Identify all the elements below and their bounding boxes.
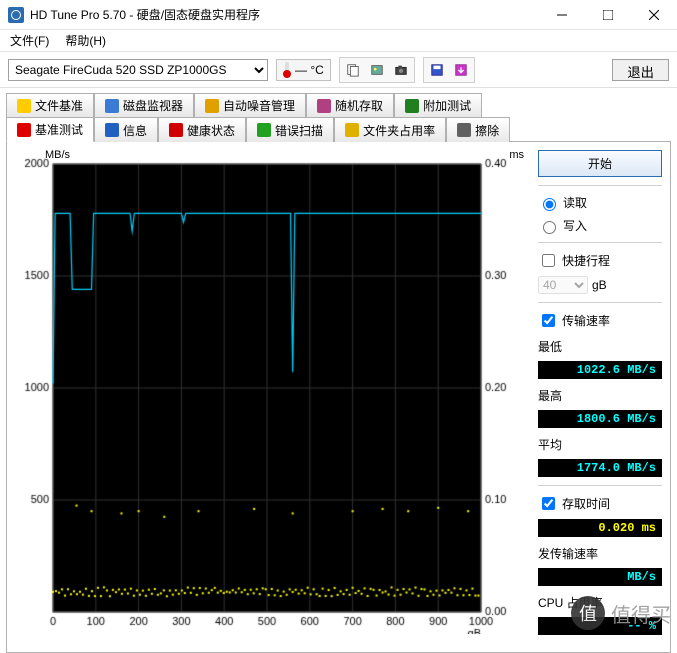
short-stroke-check[interactable]: 快捷行程 bbox=[538, 251, 662, 270]
access-time-value: 0.020 ms bbox=[538, 519, 662, 537]
short-stroke-label: 快捷行程 bbox=[562, 252, 610, 269]
read-radio[interactable]: 读取 bbox=[538, 194, 662, 211]
max-value: 1800.6 MB/s bbox=[538, 410, 662, 428]
tab-擦除[interactable]: 擦除 bbox=[446, 117, 510, 142]
close-button[interactable] bbox=[631, 0, 677, 30]
tab-icon bbox=[257, 123, 271, 137]
access-time-checkbox[interactable] bbox=[542, 497, 555, 510]
short-stroke-row: 40 gB bbox=[538, 276, 662, 294]
min-value: 1022.6 MB/s bbox=[538, 361, 662, 379]
tab-label: 文件夹占用率 bbox=[363, 122, 435, 139]
maximize-button[interactable] bbox=[585, 0, 631, 30]
separator bbox=[538, 185, 662, 186]
copy-text-icon[interactable] bbox=[342, 60, 364, 80]
start-button[interactable]: 开始 bbox=[538, 150, 662, 177]
tab-label: 基准测试 bbox=[35, 121, 83, 138]
tab-icon bbox=[17, 123, 31, 137]
menu-help[interactable]: 帮助(H) bbox=[59, 30, 112, 51]
read-radio-input[interactable] bbox=[543, 198, 556, 211]
access-time-check[interactable]: 存取时间 bbox=[538, 494, 662, 513]
avg-value: 1774.0 MB/s bbox=[538, 459, 662, 477]
tab-磁盘监视器[interactable]: 磁盘监视器 bbox=[94, 93, 194, 117]
tab-基准测试[interactable]: 基准测试 bbox=[6, 117, 94, 142]
tabs-container: 文件基准 磁盘监视器 自动噪音管理 随机存取 附加测试 基准测试 信息 健康状态 错误扫描 文件… bbox=[0, 88, 677, 653]
separator bbox=[538, 242, 662, 243]
tab-icon bbox=[205, 99, 219, 113]
tab-icon bbox=[169, 123, 183, 137]
write-radio-input[interactable] bbox=[543, 221, 556, 234]
tab-icon bbox=[105, 123, 119, 137]
tab-label: 健康状态 bbox=[187, 122, 235, 139]
short-stroke-unit: gB bbox=[592, 278, 607, 292]
tab-icon bbox=[405, 99, 419, 113]
tab-自动噪音管理[interactable]: 自动噪音管理 bbox=[194, 93, 306, 117]
tab-信息[interactable]: 信息 bbox=[94, 117, 158, 142]
tab-row-bottom: 基准测试 信息 健康状态 错误扫描 文件夹占用率 擦除 bbox=[6, 116, 671, 141]
chart-y-left-label: MB/s bbox=[45, 149, 70, 161]
burst-label: 发传输速率 bbox=[538, 545, 662, 562]
temperature-value: — °C bbox=[295, 63, 324, 77]
temperature-display: — °C bbox=[276, 59, 331, 81]
tab-错误扫描[interactable]: 错误扫描 bbox=[246, 117, 334, 142]
toolbar-group-1 bbox=[339, 57, 415, 83]
tab-panel-benchmark: MB/s ms 开始 读取 写入 快捷行程 40 bbox=[6, 141, 671, 653]
transfer-rate-checkbox[interactable] bbox=[542, 314, 555, 327]
camera-icon[interactable] bbox=[390, 60, 412, 80]
avg-label: 平均 bbox=[538, 436, 662, 453]
access-time-label: 存取时间 bbox=[562, 495, 610, 512]
window-controls bbox=[539, 0, 677, 30]
tab-label: 文件基准 bbox=[35, 97, 83, 114]
window-title: HD Tune Pro 5.70 - 硬盘/固态硬盘实用程序 bbox=[30, 6, 260, 23]
short-stroke-checkbox[interactable] bbox=[542, 254, 555, 267]
load-icon[interactable] bbox=[450, 60, 472, 80]
write-radio[interactable]: 写入 bbox=[538, 217, 662, 234]
menu-bar: 文件(F) 帮助(H) bbox=[0, 30, 677, 52]
separator bbox=[538, 302, 662, 303]
tab-健康状态[interactable]: 健康状态 bbox=[158, 117, 246, 142]
side-panel: 开始 读取 写入 快捷行程 40 gB bbox=[538, 150, 662, 644]
read-label: 读取 bbox=[563, 194, 587, 211]
toolbar: Seagate FireCuda 520 SSD ZP1000GS — °C 退… bbox=[0, 52, 677, 88]
chart-y-right-label: ms bbox=[509, 149, 524, 161]
tab-文件夹占用率[interactable]: 文件夹占用率 bbox=[334, 117, 446, 142]
tab-随机存取[interactable]: 随机存取 bbox=[306, 93, 394, 117]
tab-label: 擦除 bbox=[475, 122, 499, 139]
tab-icon bbox=[317, 99, 331, 113]
tab-label: 信息 bbox=[123, 122, 147, 139]
minimize-button[interactable] bbox=[539, 0, 585, 30]
thermometer-icon bbox=[283, 62, 291, 78]
tab-icon bbox=[345, 123, 359, 137]
toolbar-group-2 bbox=[423, 57, 475, 83]
tab-文件基准[interactable]: 文件基准 bbox=[6, 93, 94, 117]
cpu-value: -- % bbox=[538, 617, 662, 635]
short-stroke-select[interactable]: 40 bbox=[538, 276, 588, 294]
write-label: 写入 bbox=[563, 217, 587, 234]
tab-icon bbox=[105, 99, 119, 113]
burst-value: MB/s bbox=[538, 568, 662, 586]
benchmark-chart bbox=[15, 150, 515, 634]
tab-附加测试[interactable]: 附加测试 bbox=[394, 93, 482, 117]
max-label: 最高 bbox=[538, 387, 662, 404]
cpu-label: CPU 占用率 bbox=[538, 594, 662, 611]
tab-label: 自动噪音管理 bbox=[223, 97, 295, 114]
tab-row-top: 文件基准 磁盘监视器 自动噪音管理 随机存取 附加测试 bbox=[6, 92, 671, 116]
drive-select[interactable]: Seagate FireCuda 520 SSD ZP1000GS bbox=[8, 59, 268, 81]
tab-label: 随机存取 bbox=[335, 97, 383, 114]
chart-area: MB/s ms bbox=[15, 150, 530, 644]
exit-button[interactable]: 退出 bbox=[612, 59, 669, 81]
save-icon[interactable] bbox=[426, 60, 448, 80]
separator bbox=[538, 485, 662, 486]
app-icon bbox=[8, 7, 24, 23]
copy-screenshot-icon[interactable] bbox=[366, 60, 388, 80]
transfer-rate-check[interactable]: 传输速率 bbox=[538, 311, 662, 330]
tab-label: 附加测试 bbox=[423, 97, 471, 114]
tab-label: 错误扫描 bbox=[275, 122, 323, 139]
title-bar: HD Tune Pro 5.70 - 硬盘/固态硬盘实用程序 bbox=[0, 0, 677, 30]
tab-icon bbox=[17, 99, 31, 113]
tab-label: 磁盘监视器 bbox=[123, 97, 183, 114]
min-label: 最低 bbox=[538, 338, 662, 355]
transfer-rate-label: 传输速率 bbox=[562, 312, 610, 329]
menu-file[interactable]: 文件(F) bbox=[4, 30, 55, 51]
tab-icon bbox=[457, 123, 471, 137]
